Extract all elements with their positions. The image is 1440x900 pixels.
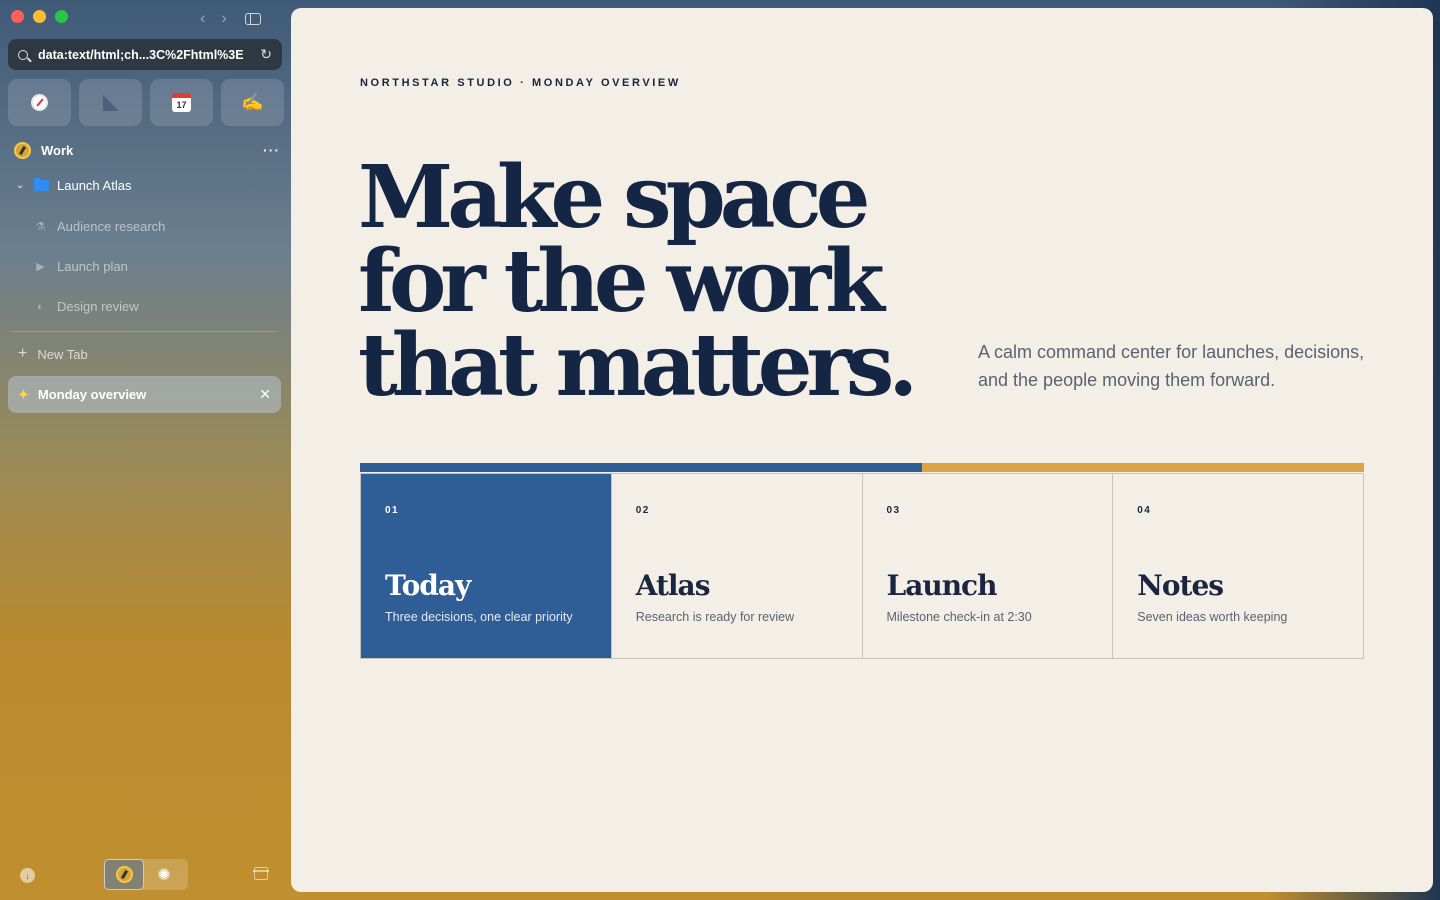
compass-icon [31, 94, 48, 111]
card-title: Atlas [635, 569, 711, 602]
new-tab-button[interactable]: + New Tab [18, 345, 88, 363]
pinned-tab-ruler[interactable] [79, 79, 142, 126]
search-icon [18, 49, 28, 60]
folder-launch-atlas[interactable]: ⌄ Launch Atlas [16, 178, 131, 193]
nav-controls: ‹ › [200, 10, 261, 28]
space-other-button[interactable]: ✺ [153, 865, 175, 885]
url-text: data:text/html;ch...3C%2Fhtml%3E [38, 47, 244, 62]
sidebar-item-design-review[interactable]: ◐ Design review [33, 299, 139, 314]
progress-fill [360, 463, 923, 472]
folder-icon [34, 178, 49, 191]
hero-headline: Make space for the work that matters. [358, 147, 918, 416]
sidebar-item-audience-research[interactable]: ⚗ Audience research [33, 219, 166, 234]
card-description: Milestone check-in at 2:30 [886, 610, 1032, 624]
window-controls [11, 10, 68, 23]
card-launch[interactable]: 03 Launch Milestone check-in at 2:30 [863, 474, 1114, 658]
calendar-icon: 17 [172, 93, 191, 112]
card-number: 01 [385, 505, 400, 516]
flag-icon: ▶ [36, 261, 45, 273]
card-number: 04 [1137, 505, 1152, 516]
starburst-icon: ✺ [157, 867, 171, 884]
new-tab-label: New Tab [37, 346, 88, 362]
card-title: Today [385, 569, 471, 602]
forward-icon[interactable]: › [221, 10, 226, 28]
card-title: Launch [886, 569, 998, 602]
space-shield-icon [115, 866, 133, 883]
sidebar-toggle-icon[interactable] [244, 13, 261, 25]
sidebar-divider [10, 331, 278, 332]
tab-monday-overview[interactable]: ✦ Monday overview ✕ [8, 376, 281, 413]
sidebar-item-label: Launch plan [57, 259, 128, 274]
card-description: Research is ready for review [635, 610, 795, 624]
minimize-window-button[interactable] [33, 10, 46, 23]
archive-icon[interactable] [253, 867, 269, 880]
card-number: 03 [886, 505, 901, 516]
back-icon[interactable]: ‹ [200, 10, 205, 28]
writing-hand-icon: ✍ [241, 92, 264, 112]
card-today[interactable]: 01 Today Three decisions, one clear prio… [361, 474, 612, 658]
ruler-icon [102, 94, 119, 111]
card-description: Three decisions, one clear priority [385, 610, 573, 624]
pinned-tab-calendar[interactable]: 17 [150, 79, 213, 126]
page-content: NORTHSTAR STUDIO · MONDAY OVERVIEW Make … [291, 8, 1433, 892]
chevron-down-icon[interactable]: ⌄ [16, 180, 26, 191]
sidebar-item-label: Audience research [57, 219, 166, 234]
palette-icon: ◐ [37, 300, 44, 313]
card-title: Notes [1137, 569, 1224, 602]
more-options-icon[interactable]: ··· [263, 142, 280, 158]
card-atlas[interactable]: 02 Atlas Research is ready for review [612, 474, 863, 658]
downloads-icon[interactable]: ↓ [20, 868, 35, 883]
plus-icon: + [18, 345, 28, 362]
sparkles-icon: ✦ [18, 386, 29, 402]
space-header[interactable]: Work ··· [14, 139, 280, 161]
url-bar[interactable]: data:text/html;ch...3C%2Fhtml%3E ↻ [8, 39, 282, 70]
microscope-icon: ⚗ [35, 221, 46, 233]
hero-tagline: A calm command center for launches, deci… [978, 342, 1365, 390]
folder-name: Launch Atlas [57, 178, 132, 193]
tab-label: Monday overview [37, 387, 147, 402]
pinned-tab-writing[interactable]: ✍ [221, 79, 284, 126]
progress-bar [360, 463, 1364, 472]
overview-cards: 01 Today Three decisions, one clear prio… [360, 473, 1364, 659]
close-window-button[interactable] [11, 10, 24, 23]
page-eyebrow: NORTHSTAR STUDIO · MONDAY OVERVIEW [360, 77, 681, 89]
space-shield-icon [14, 141, 31, 159]
card-notes[interactable]: 04 Notes Seven ideas worth keeping [1113, 474, 1363, 658]
zoom-window-button[interactable] [55, 10, 68, 23]
pinned-tabs: 17 ✍ [8, 79, 284, 126]
space-name: Work [41, 142, 74, 158]
sidebar-item-launch-plan[interactable]: ▶ Launch plan [33, 259, 128, 274]
pinned-tab-safari[interactable] [8, 79, 71, 126]
space-work-button[interactable] [104, 859, 144, 890]
card-description: Seven ideas worth keeping [1137, 610, 1288, 624]
browser-sidebar: ‹ › data:text/html;ch...3C%2Fhtml%3E ↻ 1… [0, 0, 291, 900]
sidebar-item-label: Design review [57, 299, 139, 314]
card-number: 02 [635, 505, 650, 516]
close-icon[interactable]: ✕ [259, 386, 271, 403]
reload-icon[interactable]: ↻ [260, 46, 272, 63]
sidebar-footer: ↓ ✺ [0, 858, 291, 892]
